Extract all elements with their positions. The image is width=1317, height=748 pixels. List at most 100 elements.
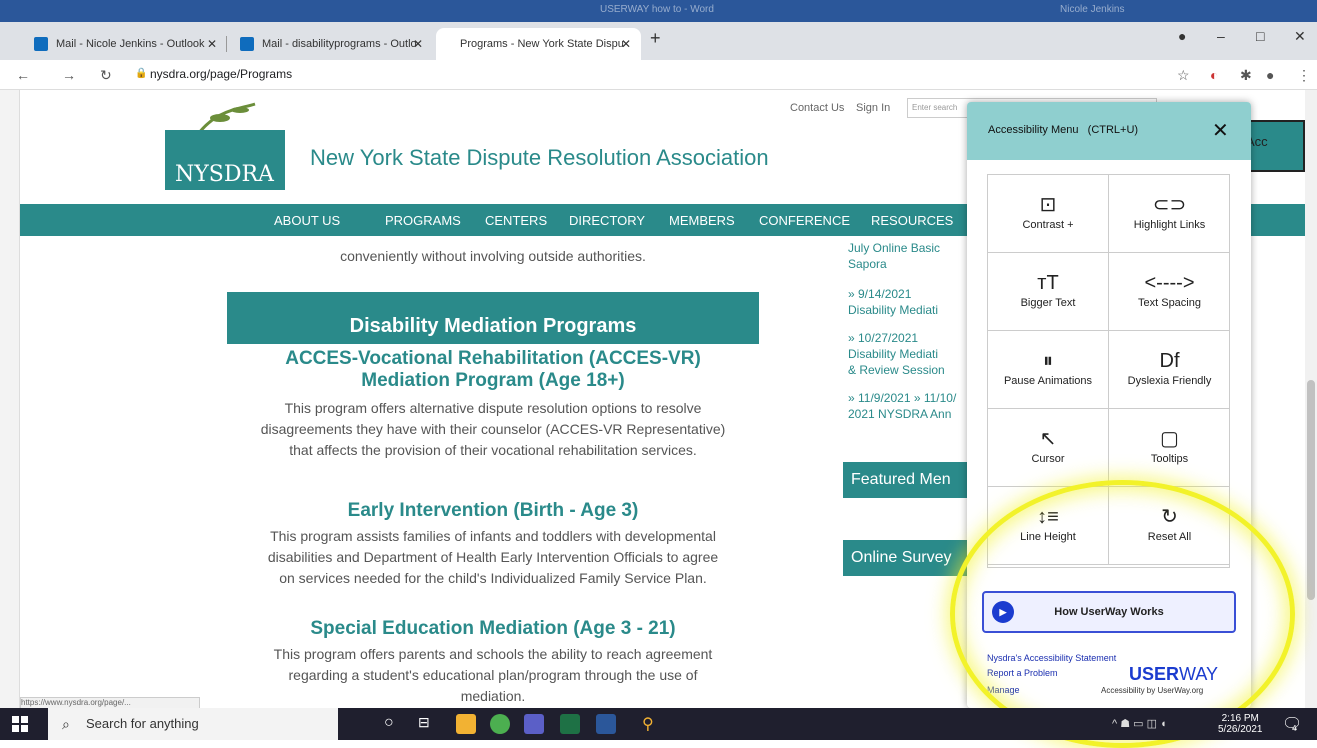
taskbar-search[interactable]: ⌕ Search for anything	[48, 708, 338, 740]
nav-resources[interactable]: RESOURCES	[871, 213, 953, 228]
tab-programs[interactable]: Programs - New York State Dispu ✕	[436, 28, 641, 60]
address-bar: ← → ↻ 🔒 nysdra.org/page/Programs ☆ ◐ ✱ ●…	[0, 60, 1317, 90]
minimize-icon[interactable]: –	[1217, 28, 1225, 44]
extension-icon[interactable]: ◐	[1210, 67, 1218, 83]
back-icon[interactable]: ←	[16, 67, 30, 83]
tab-mail-disability[interactable]: Mail - disabilityprograms - Outlo ✕	[228, 28, 433, 60]
event-line: » 9/14/2021	[848, 287, 912, 301]
event-line: July Online Basic	[848, 241, 941, 255]
close-menu-icon[interactable]: ✕	[1212, 118, 1229, 143]
close-icon[interactable]: ✕	[207, 28, 217, 60]
event-item[interactable]: July Online Basic Sapora	[848, 240, 940, 272]
event-line: » 11/9/2021 » 11/10/	[848, 391, 957, 405]
online-survey-box[interactable]: Online Survey	[843, 540, 973, 576]
tab-separator	[226, 36, 227, 52]
nysdra-logo[interactable]: NYSDRA	[165, 100, 295, 190]
tooltip-icon: ▢	[1160, 428, 1179, 450]
system-tray[interactable]: ^ ☗ ▭ ◫ ◖	[1112, 717, 1167, 730]
featured-members-box[interactable]: Featured Men	[843, 462, 973, 498]
profile-icon[interactable]: ●	[1178, 28, 1186, 44]
program-special-ed: Special Education Mediation (Age 3 - 21)…	[200, 618, 786, 707]
taskbar-search-text: Search for anything	[86, 716, 199, 731]
option-label: Highlight Links	[1133, 219, 1206, 231]
nav-conference[interactable]: CONFERENCE	[759, 213, 850, 228]
pause-icon: ⏸	[1043, 350, 1053, 372]
word-icon[interactable]	[596, 714, 616, 734]
body-line: This program offers parents and schools …	[273, 646, 713, 662]
text-spacing-button[interactable]: <----> Text Spacing	[1109, 253, 1230, 331]
nav-members[interactable]: MEMBERS	[669, 213, 735, 228]
app-icon[interactable]: ⚲	[642, 714, 662, 734]
tab-label: Mail - Nicole Jenkins - Outlook	[56, 38, 205, 50]
cursor-button[interactable]: ↖ Cursor	[988, 409, 1109, 487]
menu-title-text: Accessibility Menu	[988, 124, 1079, 136]
event-item[interactable]: » 11/9/2021 » 11/10/ 2021 NYSDRA Ann	[848, 390, 956, 422]
star-icon[interactable]: ☆	[1177, 67, 1190, 84]
pause-animations-button[interactable]: ⏸ Pause Animations	[988, 331, 1109, 409]
teams-icon[interactable]	[524, 714, 544, 734]
bigger-text-button[interactable]: ᴛT Bigger Text	[988, 253, 1109, 331]
body-line: on services needed for the child's Indiv…	[279, 570, 707, 586]
option-label: Contrast +	[1022, 219, 1074, 231]
program-body: This program assists families of infants…	[200, 526, 786, 589]
event-line: Disability Mediati	[848, 347, 939, 361]
body-line: disabilities and Department of Health Ea…	[267, 549, 719, 565]
windows-start-icon[interactable]	[12, 716, 28, 732]
option-label: Bigger Text	[1020, 297, 1076, 309]
outlook-icon	[34, 37, 48, 51]
chrome-icon[interactable]	[490, 714, 510, 734]
close-window-icon[interactable]: ✕	[1294, 28, 1306, 45]
search-icon: ⌕	[62, 716, 70, 732]
notification-count: 4	[1292, 724, 1297, 733]
program-body: This program offers parents and schools …	[200, 644, 786, 707]
contact-link[interactable]: Contact Us	[790, 102, 844, 114]
event-item[interactable]: » 9/14/2021 Disability Mediati	[848, 286, 938, 318]
highlight-links-button[interactable]: ⊂⊃ Highlight Links	[1109, 175, 1230, 253]
clock[interactable]: 2:16 PM 5/26/2021	[1218, 713, 1263, 735]
text-spacing-icon: <---->	[1144, 272, 1195, 294]
nav-programs[interactable]: PROGRAMS	[385, 213, 461, 228]
account-icon[interactable]: ●	[1266, 67, 1274, 83]
word-title-bar: USERWAY how to - Word Nicole Jenkins	[0, 0, 1317, 22]
contrast-button[interactable]: ⊡ Contrast +	[988, 175, 1109, 253]
file-explorer-icon[interactable]	[456, 714, 476, 734]
nav-centers[interactable]: CENTERS	[485, 213, 547, 228]
dyslexia-icon: Df	[1159, 350, 1180, 372]
site-title: New York State Dispute Resolution Associ…	[310, 145, 769, 170]
cortana-icon[interactable]: ○	[384, 714, 404, 734]
program-body: This program offers alternative dispute …	[200, 398, 786, 461]
close-icon[interactable]: ✕	[621, 28, 631, 60]
menu-shortcut: (CTRL+U)	[1087, 124, 1139, 136]
word-user: Nicole Jenkins	[1060, 4, 1125, 15]
event-line: » 10/27/2021	[848, 331, 919, 345]
menu-icon[interactable]: ⋮	[1297, 67, 1311, 84]
page-scrollbar[interactable]	[1305, 90, 1317, 708]
nav-about[interactable]: ABOUT US	[274, 213, 340, 228]
forward-icon[interactable]: →	[62, 67, 76, 83]
excel-icon[interactable]	[560, 714, 580, 734]
reload-icon[interactable]: ↻	[100, 67, 112, 84]
new-tab-button[interactable]: +	[650, 28, 661, 49]
event-line: Disability Mediati	[848, 303, 939, 317]
option-label: Pause Animations	[1003, 375, 1093, 387]
scrollbar-thumb[interactable]	[1307, 380, 1315, 600]
signin-link[interactable]: Sign In	[856, 102, 890, 114]
event-item[interactable]: » 10/27/2021 Disability Mediati & Review…	[848, 330, 945, 378]
tooltips-button[interactable]: ▢ Tooltips	[1109, 409, 1230, 487]
maximize-icon[interactable]: □	[1256, 28, 1264, 44]
url-field[interactable]: nysdra.org/page/Programs	[150, 67, 292, 81]
logo-text: NYSDRA	[175, 162, 274, 187]
event-line: 2021 NYSDRA Ann	[848, 407, 952, 421]
outlook-icon	[240, 37, 254, 51]
dyslexia-friendly-button[interactable]: Df Dyslexia Friendly	[1109, 331, 1230, 409]
clock-time: 2:16 PM	[1221, 713, 1259, 724]
body-line: regarding a student's educational plan/p…	[288, 667, 698, 683]
body-line: that affects the provision of their voca…	[289, 442, 697, 458]
body-line: disagreements they have with their couns…	[260, 421, 726, 437]
close-icon[interactable]: ✕	[413, 28, 423, 60]
puzzle-icon[interactable]: ✱	[1240, 67, 1252, 84]
task-view-icon[interactable]: ⊟	[418, 714, 438, 734]
tab-mail-nicole[interactable]: Mail - Nicole Jenkins - Outlook ✕	[22, 28, 227, 60]
lock-icon[interactable]: 🔒	[135, 68, 147, 79]
nav-directory[interactable]: DIRECTORY	[569, 213, 645, 228]
